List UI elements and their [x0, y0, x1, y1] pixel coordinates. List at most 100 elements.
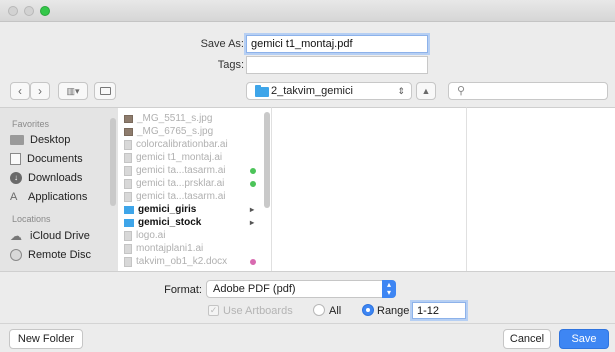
- dialog-footer: New Folder Cancel Save: [0, 323, 615, 352]
- format-select-value: Adobe PDF (pdf): [213, 283, 296, 295]
- sidebar-item-label: Applications: [28, 191, 88, 203]
- document-icon: [124, 191, 132, 202]
- preview-column: [467, 107, 615, 271]
- sidebar-item-documents[interactable]: Documents: [10, 153, 83, 165]
- file-name: colorcalibrationbar.ai: [136, 139, 228, 150]
- file-list-column: _MG_5511_s.jpg _MG_6765_s.jpg colorcalibra…: [118, 107, 272, 271]
- file-list-scrollbar[interactable]: [264, 112, 270, 208]
- file-row[interactable]: gemici ta...tasarm.ai: [124, 164, 262, 177]
- sidebar-scrollbar[interactable]: [110, 118, 116, 206]
- document-icon: [124, 152, 132, 163]
- new-folder-toolbar-button[interactable]: [94, 82, 116, 100]
- file-name: gemici_giris: [138, 204, 197, 215]
- current-folder-label: 2_takvim_gemici: [271, 85, 353, 97]
- applications-icon: A: [10, 191, 18, 203]
- sidebar-item-label: Desktop: [30, 134, 71, 146]
- tags-label: Tags:: [217, 59, 244, 71]
- file-row[interactable]: gemici ta...prsklar.ai: [124, 177, 262, 190]
- sidebar: Favorites Desktop Documents ↓ Downloads …: [0, 107, 118, 271]
- folder-path-popup[interactable]: 2_takvim_gemici ⇕: [246, 82, 412, 100]
- disclosure-arrow-icon: ▸: [249, 205, 254, 214]
- file-name: gemici ta...tasarm.ai: [136, 191, 226, 202]
- file-name: logo.ai: [136, 230, 166, 241]
- sidebar-item-label: Remote Disc: [28, 249, 91, 261]
- favorites-header: Favorites: [12, 119, 50, 129]
- updown-chevron-icon: ⇕: [397, 86, 405, 96]
- range-radio[interactable]: [362, 304, 374, 316]
- sidebar-item-remote-disc[interactable]: Remote Disc: [10, 249, 91, 261]
- back-button[interactable]: ‹: [10, 82, 30, 100]
- window-titlebar: [0, 0, 615, 22]
- file-row[interactable]: _MG_6765_s.jpg: [124, 125, 262, 138]
- folder-outline-icon: [99, 87, 111, 95]
- tag-dot-icon: [250, 167, 256, 174]
- document-icon: [124, 165, 132, 176]
- view-mode-button[interactable]: ▥▾: [58, 82, 88, 100]
- file-row[interactable]: colorcalibrationbar.ai: [124, 138, 262, 151]
- save-button[interactable]: Save: [559, 329, 609, 349]
- sidebar-item-applications[interactable]: A Applications: [10, 191, 87, 203]
- sidebar-item-desktop[interactable]: Desktop: [10, 134, 70, 146]
- zoom-window-button[interactable]: [40, 6, 50, 16]
- sidebar-item-icloud-drive[interactable]: ☁ iCloud Drive: [10, 230, 90, 242]
- format-label: Format:: [164, 284, 202, 296]
- sidebar-item-label: iCloud Drive: [30, 230, 90, 242]
- cancel-button[interactable]: Cancel: [503, 329, 551, 349]
- file-row[interactable]: montajplani1.ai: [124, 242, 262, 255]
- format-options: Format: Adobe PDF (pdf) ▴ ▾ ✓ Use Artboar…: [0, 271, 615, 323]
- chevron-up-icon: ▲: [421, 86, 431, 96]
- documents-icon: [10, 153, 21, 165]
- folder-icon: [124, 205, 134, 214]
- locations-header: Locations: [12, 214, 51, 224]
- all-label: All: [329, 305, 342, 317]
- folder-icon: [255, 85, 269, 97]
- sidebar-item-label: Downloads: [28, 172, 83, 184]
- column-view-icon: ▥▾: [66, 86, 80, 96]
- empty-column: [272, 107, 467, 271]
- document-icon: [124, 230, 132, 241]
- use-artboards-checkbox[interactable]: ✓: [208, 305, 219, 316]
- document-icon: [124, 178, 132, 189]
- tags-field[interactable]: [246, 56, 428, 74]
- tag-dot-icon: [250, 258, 256, 265]
- updown-chevron-icon: ▴ ▾: [382, 280, 396, 298]
- file-name: gemici t1_montaj.ai: [136, 152, 223, 163]
- new-folder-button[interactable]: New Folder: [9, 329, 83, 349]
- save-as-label: Save As:: [200, 38, 244, 50]
- save-as-field[interactable]: [246, 35, 428, 53]
- chevron-right-icon: ›: [38, 84, 42, 98]
- file-row[interactable]: takvim_ob1_k2.docx: [124, 255, 262, 268]
- file-name: takvim_ob1_k2.docx: [136, 256, 228, 267]
- forward-button[interactable]: ›: [30, 82, 50, 100]
- use-artboards-label: Use Artboards: [223, 305, 293, 317]
- folder-icon: [124, 218, 134, 227]
- close-window-button[interactable]: [8, 6, 18, 16]
- all-radio[interactable]: [313, 304, 325, 316]
- sidebar-item-downloads[interactable]: ↓ Downloads: [10, 172, 82, 184]
- folder-row[interactable]: gemici_stock ▸: [124, 216, 262, 229]
- file-row[interactable]: logo.ai: [124, 229, 262, 242]
- tag-dot-icon: [250, 180, 256, 187]
- document-icon: [124, 243, 132, 254]
- chevron-left-icon: ‹: [18, 84, 22, 98]
- file-name: _MG_6765_s.jpg: [137, 126, 214, 137]
- downloads-icon: ↓: [10, 172, 22, 184]
- file-row[interactable]: gemici t1_montaj.ai: [124, 151, 262, 164]
- disc-icon: [10, 249, 22, 261]
- document-icon: [124, 256, 132, 267]
- folder-row[interactable]: gemici_giris ▸: [124, 203, 262, 216]
- file-name: montajplani1.ai: [136, 243, 204, 254]
- image-file-icon: [124, 127, 133, 136]
- format-select[interactable]: Adobe PDF (pdf) ▴ ▾: [206, 280, 396, 298]
- search-field[interactable]: ⚲: [448, 82, 608, 100]
- file-row[interactable]: gemici ta...tasarm.ai: [124, 190, 262, 203]
- minimize-window-button[interactable]: [24, 6, 34, 16]
- file-row[interactable]: _MG_5511_s.jpg: [124, 112, 262, 125]
- search-icon: ⚲: [457, 85, 466, 97]
- file-name: gemici ta...tasarm.ai: [136, 165, 226, 176]
- expand-collapse-button[interactable]: ▲: [416, 82, 436, 100]
- range-field[interactable]: [412, 302, 466, 319]
- sidebar-item-label: Documents: [27, 153, 83, 165]
- image-file-icon: [124, 114, 133, 123]
- file-name: gemici_stock: [138, 217, 202, 228]
